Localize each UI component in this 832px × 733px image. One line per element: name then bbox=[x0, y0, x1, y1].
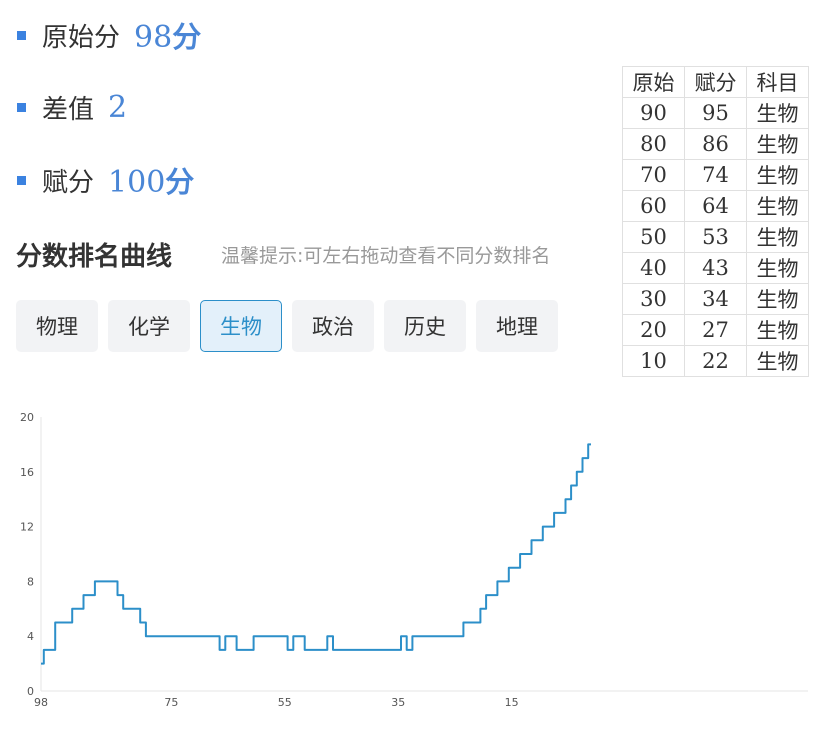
bullet-icon bbox=[17, 30, 26, 40]
header-assigned: 赋分 bbox=[684, 66, 747, 98]
y-tick-label: 12 bbox=[20, 521, 34, 534]
table-row: 50 53 生物 bbox=[622, 221, 809, 253]
cell-assigned: 34 bbox=[684, 283, 747, 315]
cell-assigned: 53 bbox=[684, 221, 747, 253]
raw-score-label: 原始分 bbox=[42, 22, 121, 53]
cell-assigned: 27 bbox=[684, 314, 747, 346]
assigned-score-label: 赋分 bbox=[42, 167, 95, 198]
cell-assigned: 64 bbox=[684, 190, 747, 222]
x-tick-label: 15 bbox=[505, 696, 519, 709]
series-layer bbox=[41, 443, 591, 665]
cell-raw: 70 bbox=[622, 159, 685, 191]
x-tick-label: 55 bbox=[278, 696, 292, 709]
cell-subject: 生物 bbox=[746, 314, 809, 346]
diff-label: 差值 bbox=[42, 94, 95, 125]
series-line bbox=[41, 443, 591, 665]
cell-assigned: 22 bbox=[684, 345, 747, 377]
table-row: 40 43 生物 bbox=[622, 252, 809, 284]
tab-geography[interactable]: 地理 bbox=[476, 300, 558, 352]
table-row: 80 86 生物 bbox=[622, 128, 809, 160]
header-raw: 原始 bbox=[622, 66, 685, 98]
diff-value: 2 bbox=[108, 89, 128, 125]
cell-subject: 生物 bbox=[746, 252, 809, 284]
cell-raw: 30 bbox=[622, 283, 685, 315]
y-axis: 0 4 8 12 16 20 bbox=[20, 411, 42, 698]
cell-raw: 20 bbox=[622, 314, 685, 346]
tab-history[interactable]: 历史 bbox=[384, 300, 466, 352]
cell-raw: 60 bbox=[622, 190, 685, 222]
cell-assigned: 95 bbox=[684, 97, 747, 129]
x-tick-label: 35 bbox=[391, 696, 405, 709]
cell-subject: 生物 bbox=[746, 283, 809, 315]
bullet-icon bbox=[17, 175, 26, 185]
tab-chemistry[interactable]: 化学 bbox=[108, 300, 190, 352]
cell-raw: 90 bbox=[622, 97, 685, 129]
drag-hint: 温馨提示:可左右拖动查看不同分数排名 bbox=[221, 245, 551, 267]
cell-assigned: 86 bbox=[684, 128, 747, 160]
cell-raw: 40 bbox=[622, 252, 685, 284]
header-subject: 科目 bbox=[746, 66, 809, 98]
raw-score-value: 98分 bbox=[134, 20, 202, 55]
cell-subject: 生物 bbox=[746, 128, 809, 160]
tab-politics[interactable]: 政治 bbox=[292, 300, 374, 352]
x-tick-label: 98 bbox=[34, 696, 48, 709]
y-tick-label: 0 bbox=[27, 685, 34, 698]
raw-score-stat: 原始分 98分 bbox=[17, 15, 201, 55]
bullet-icon bbox=[17, 102, 26, 112]
cell-subject: 生物 bbox=[746, 97, 809, 129]
rank-line-chart[interactable]: 0 4 8 12 16 20 98 75 55 35 15 bbox=[0, 395, 832, 725]
cell-subject: 生物 bbox=[746, 190, 809, 222]
tab-physics[interactable]: 物理 bbox=[16, 300, 98, 352]
assigned-score-stat: 赋分 100分 bbox=[17, 160, 194, 200]
cell-raw: 10 bbox=[622, 345, 685, 377]
table-row: 10 22 生物 bbox=[622, 345, 809, 377]
x-axis: 98 75 55 35 15 bbox=[34, 690, 808, 709]
cell-raw: 80 bbox=[622, 128, 685, 160]
cell-subject: 生物 bbox=[746, 345, 809, 377]
table-header-row: 原始 赋分 科目 bbox=[622, 66, 809, 98]
table-row: 70 74 生物 bbox=[622, 159, 809, 191]
tab-biology[interactable]: 生物 bbox=[200, 300, 282, 352]
table-row: 30 34 生物 bbox=[622, 283, 809, 315]
y-tick-label: 8 bbox=[27, 575, 34, 588]
x-tick-label: 75 bbox=[164, 696, 178, 709]
score-conversion-table: 原始 赋分 科目 90 95 生物 80 86 生物 70 74 生物 60 64 生物 50 5… bbox=[622, 66, 809, 377]
section-title: 分数排名曲线 bbox=[16, 242, 173, 272]
cell-assigned: 43 bbox=[684, 252, 747, 284]
diff-stat: 差值 2 bbox=[17, 87, 127, 127]
assigned-score-value: 100分 bbox=[108, 165, 195, 200]
cell-raw: 50 bbox=[622, 221, 685, 253]
cell-assigned: 74 bbox=[684, 159, 747, 191]
cell-subject: 生物 bbox=[746, 221, 809, 253]
table-row: 60 64 生物 bbox=[622, 190, 809, 222]
y-tick-label: 4 bbox=[27, 630, 34, 643]
y-tick-label: 20 bbox=[20, 411, 34, 424]
y-tick-label: 16 bbox=[20, 466, 34, 479]
table-row: 20 27 生物 bbox=[622, 314, 809, 346]
cell-subject: 生物 bbox=[746, 159, 809, 191]
table-row: 90 95 生物 bbox=[622, 97, 809, 129]
subject-tabs: 物理 化学 生物 政治 历史 地理 bbox=[16, 300, 568, 352]
